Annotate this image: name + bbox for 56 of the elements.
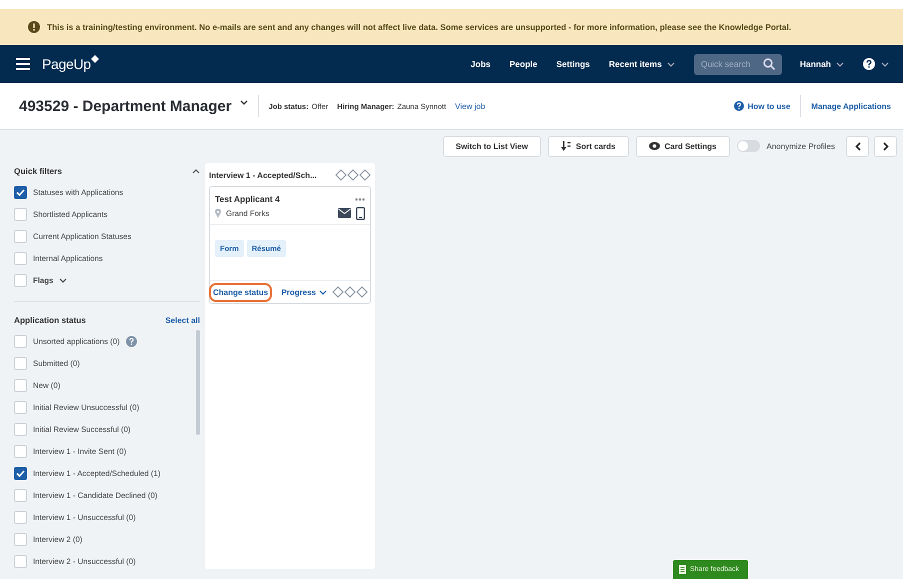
- user-menu[interactable]: Hannah: [800, 59, 844, 69]
- diamonds-icon: [332, 286, 368, 298]
- select-all-link[interactable]: Select all: [165, 316, 200, 324]
- view-job-link[interactable]: View job: [455, 102, 486, 110]
- how-to-use-link[interactable]: How to use: [734, 101, 790, 111]
- toggle-switch[interactable]: [736, 140, 760, 152]
- search-icon: [762, 58, 775, 70]
- nav-link[interactable]: People: [510, 59, 538, 69]
- caret-icon: [240, 100, 248, 104]
- scrollbar[interactable]: [196, 330, 200, 435]
- toolbar-button[interactable]: Card Settings: [636, 136, 730, 156]
- check-icon: [16, 470, 25, 476]
- logo-text[interactable]: PageUp: [42, 56, 91, 72]
- help-icon: [126, 336, 137, 346]
- chevron-left-icon: [854, 142, 860, 150]
- checkbox[interactable]: [14, 186, 27, 198]
- nav-link[interactable]: Jobs: [470, 59, 490, 69]
- section-title: Quick filters: [14, 166, 62, 176]
- document-icon: [679, 565, 686, 574]
- applicant-name[interactable]: Test Applicant 4: [215, 194, 280, 204]
- manage-applications-link[interactable]: Manage Applications: [811, 102, 891, 110]
- diamonds-icon: [335, 169, 371, 181]
- toggle-label: Anonymize Profiles: [766, 142, 835, 150]
- toolbar-button[interactable]: Sort cards: [548, 136, 628, 156]
- chevron-right-icon: [882, 142, 888, 150]
- caret-icon: [836, 62, 844, 66]
- caret-icon: [319, 290, 327, 294]
- caret-icon: [59, 278, 68, 282]
- warning-icon: [28, 21, 40, 33]
- caret-icon: [881, 62, 889, 66]
- menu-icon: [16, 58, 30, 70]
- envelope-icon: [338, 208, 351, 218]
- checkbox[interactable]: [14, 466, 27, 480]
- sort-icon: [560, 141, 571, 151]
- job-title: 493529 - Department Manager: [19, 98, 232, 114]
- progress-dropdown[interactable]: Progress: [281, 288, 327, 296]
- toolbar-button[interactable]: Switch to List View: [442, 136, 541, 156]
- nav-link[interactable]: Settings: [556, 59, 590, 69]
- caret-icon: [666, 62, 675, 66]
- next-button[interactable]: [874, 136, 897, 156]
- section-title: Application status: [14, 315, 86, 325]
- help-icon: [734, 101, 744, 111]
- eye-icon: [648, 142, 660, 150]
- diamond-icon: [90, 55, 99, 63]
- check-icon: [16, 188, 25, 196]
- column-title: Interview 1 - Accepted/Sch...: [209, 170, 317, 180]
- previous-button[interactable]: [846, 136, 869, 156]
- search-field[interactable]: Quick search: [694, 54, 782, 74]
- help-icon: [863, 58, 875, 70]
- change-status-link[interactable]: Change status: [212, 286, 270, 298]
- more-icon: [355, 198, 365, 200]
- banner-text: This is a training/testing environment. No e-mails are sent and any changes will not affect live data. Some services are unsupported - for more information, please see the Knowledge Portal.: [47, 22, 792, 32]
- collapse-icon: [192, 168, 200, 174]
- location-pin-icon: [215, 208, 221, 218]
- mobile-phone-icon: [356, 206, 365, 220]
- nav-link[interactable]: Recent items: [608, 59, 675, 69]
